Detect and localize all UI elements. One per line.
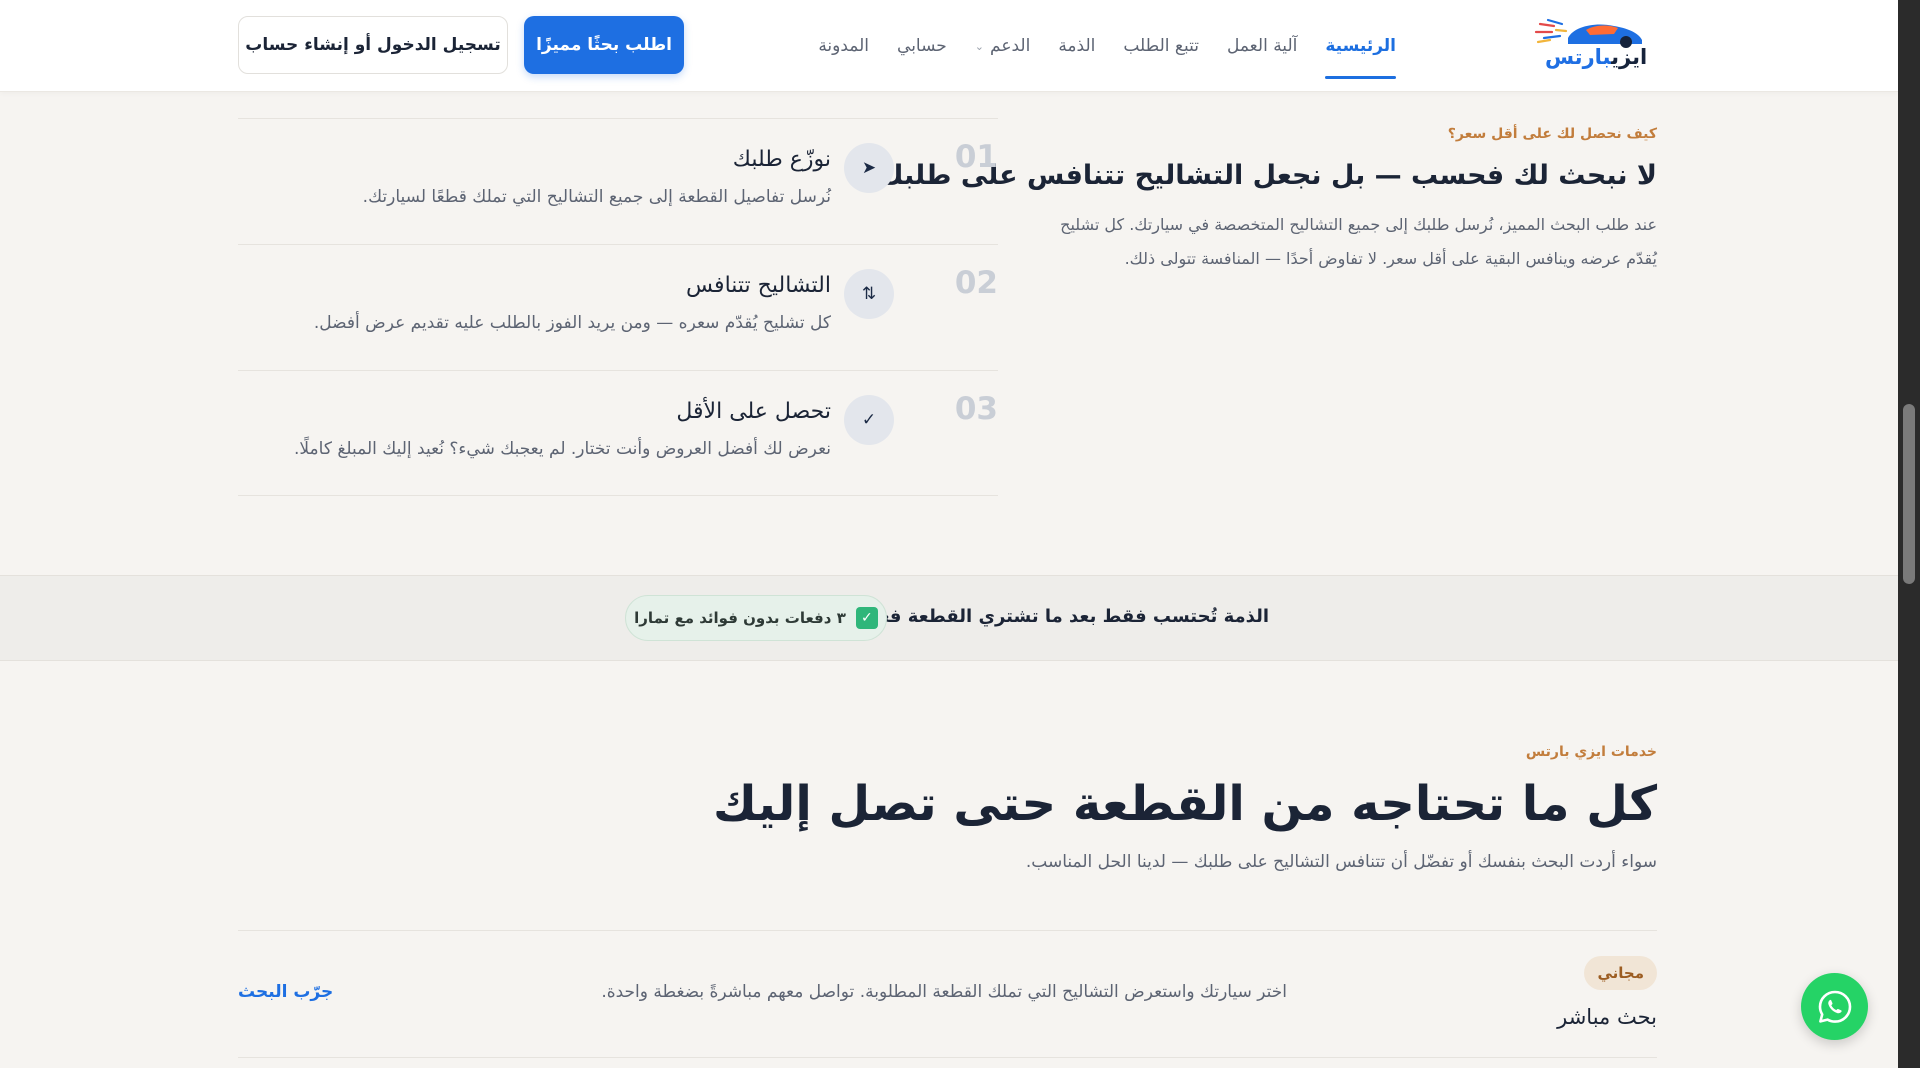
request-premium-search-button[interactable]: اطلب بحثًا مميزًا [524, 16, 684, 74]
step-description: كل تشليح يُقدّم سعره — ومن يريد الفوز با… [313, 313, 831, 333]
step-item: 02 ⇅ التشاليح تتنافس كل تشليح يُقدّم سعر… [238, 244, 998, 370]
nav-item-track-order[interactable]: تتبع الطلب [1123, 0, 1199, 92]
credit-banner: الذمة تُحتسب فقط بعد ما تشتري القطعة فعل… [0, 575, 1898, 661]
service-name: بحث مباشر [1557, 1005, 1657, 1029]
nav-item-how-it-works[interactable]: آلية العمل [1227, 0, 1297, 92]
chevron-down-icon: ⌄ [974, 39, 985, 53]
login-signup-button[interactable]: تسجيل الدخول أو إنشاء حساب [238, 16, 508, 74]
services-description: سواء أردت البحث بنفسك أو تفضّل أن تتنافس… [1025, 852, 1657, 872]
logo-text-main: ايزي [1611, 45, 1648, 69]
step-item: 03 ✓ تحصل على الأقل نعرض لك أفضل العروض … [238, 370, 998, 496]
checkbox-icon: ✓ [855, 607, 878, 629]
scrollbar-thumb[interactable] [1903, 404, 1915, 584]
scrollbar[interactable] [1898, 0, 1920, 1068]
service-description: اختر سيارتك واستعرض التشاليح التي تملك ا… [601, 982, 1287, 1002]
nav-item-home[interactable]: الرئيسية [1325, 0, 1396, 92]
steps-list: 01 ➤ نوزّع طلبك نُرسل تفاصيل القطعة إلى … [238, 118, 998, 496]
how-description: عند طلب البحث المميز، نُرسل طلبك إلى جمي… [1060, 215, 1657, 268]
main-nav: الرئيسية آلية العمل تتبع الطلب الذمة الد… [818, 0, 1396, 92]
step-description: نُرسل تفاصيل القطعة إلى جميع التشاليح ال… [362, 187, 831, 207]
send-icon: ➤ [844, 143, 894, 193]
nav-item-support[interactable]: الدعم ⌄ [975, 0, 1031, 92]
nav-item-support-label: الدعم [990, 36, 1031, 56]
step-title: التشاليح تتنافس [686, 273, 831, 298]
banner-text: الذمة تُحتسب فقط بعد ما تشتري القطعة فعل… [865, 606, 1269, 627]
logo-text: ايزيبارتس [1545, 45, 1648, 69]
step-description: نعرض لك أفضل العروض وأنت تختار. لم يعجبك… [293, 439, 831, 459]
tamara-pill: ✓ ٣ دفعات بدون فوائد مع تمارا [625, 595, 887, 641]
page: ايزيبارتس الرئيسية آلية العمل تتبع الطلب… [0, 0, 1898, 1068]
tamara-pill-text: ٣ دفعات بدون فوائد مع تمارا [634, 609, 846, 627]
services-title: كل ما تحتاجه من القطعة حتى تصل إليك [713, 776, 1657, 832]
swap-arrows-icon: ⇅ [844, 269, 894, 319]
nav-item-account[interactable]: حسابي [897, 0, 947, 92]
whatsapp-button[interactable] [1801, 973, 1868, 1040]
step-title: تحصل على الأقل [676, 399, 831, 424]
services-eyebrow: خدمات ايزي بارتس [1525, 744, 1657, 760]
nav-item-credit[interactable]: الذمة [1058, 0, 1095, 92]
step-item: 01 ➤ نوزّع طلبك نُرسل تفاصيل القطعة إلى … [238, 118, 998, 244]
free-badge: مجاني [1584, 956, 1657, 990]
how-eyebrow: كيف نحصل لك على أقل سعر؟ [1447, 126, 1657, 142]
nav-item-blog[interactable]: المدونة [818, 0, 869, 92]
check-icon: ✓ [844, 395, 894, 445]
service-row: مجاني بحث مباشر اختر سيارتك واستعرض التش… [238, 930, 1657, 1058]
site-header: ايزيبارتس الرئيسية آلية العمل تتبع الطلب… [0, 0, 1898, 92]
logo-text-accent: بارتس [1545, 45, 1612, 69]
step-title: نوزّع طلبك [732, 147, 831, 172]
whatsapp-icon [1818, 990, 1851, 1023]
try-search-link[interactable]: جرّب البحث [238, 982, 333, 1002]
